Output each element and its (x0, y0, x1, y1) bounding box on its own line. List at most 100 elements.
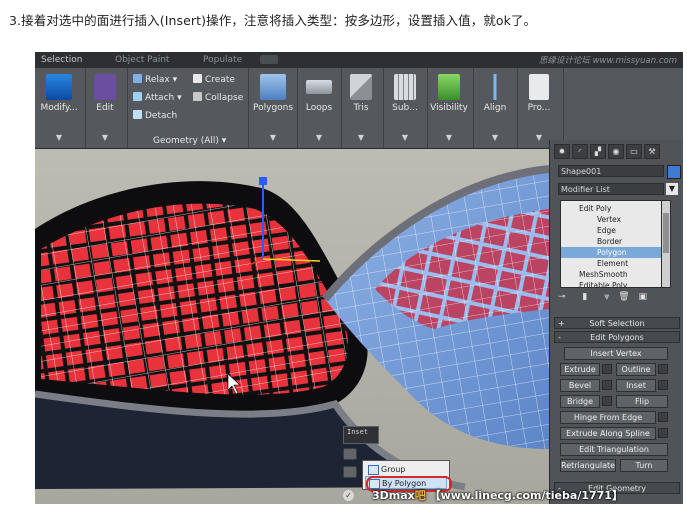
hierarchy-tab-icon[interactable]: ▞ (590, 144, 606, 159)
menu-item-group[interactable]: Group (365, 463, 447, 476)
create-tab-icon[interactable]: ✹ (554, 144, 570, 159)
inset-amount-icon[interactable] (343, 466, 357, 478)
tris-icon (350, 74, 372, 100)
chevron-down-icon[interactable]: ▼ (253, 133, 293, 142)
tab-selection[interactable]: Selection (41, 55, 82, 65)
extrude-spline-settings-icon[interactable] (658, 428, 668, 438)
extrude-settings-icon[interactable] (602, 364, 612, 374)
modifier-list-dropdown[interactable]: Modifier List (558, 183, 664, 195)
stack-item-editable-poly[interactable]: Editable Poly (561, 280, 661, 287)
stack-item-vertex[interactable]: Vertex (561, 214, 661, 225)
detach-icon (133, 110, 142, 119)
align-button[interactable]: Align ▼ (475, 72, 515, 142)
inset-button[interactable]: Inset (616, 379, 656, 392)
perspective-viewport[interactable] (35, 149, 549, 504)
subdivision-icon (394, 74, 416, 100)
outline-settings-icon[interactable] (658, 364, 668, 374)
retriangulate-button[interactable]: Retriangulate (560, 459, 616, 472)
chevron-down-icon[interactable]: ▼ (475, 133, 515, 142)
modifier-stack[interactable]: Edit Poly Vertex Edge Border Polygon Ele… (560, 200, 662, 288)
stack-item-polygon[interactable]: Polygon (561, 247, 661, 258)
inset-type-icon[interactable] (343, 448, 357, 460)
insert-vertex-button[interactable]: Insert Vertex (564, 347, 668, 360)
bridge-button[interactable]: Bridge (560, 395, 600, 408)
utilities-tab-icon[interactable]: ⚒ (644, 144, 660, 159)
align-icon (482, 74, 508, 100)
chevron-down-icon[interactable]: ▼ (385, 133, 425, 142)
chevron-down-icon[interactable]: ▼ (341, 133, 381, 142)
modify-tab-icon[interactable]: ◜ (572, 144, 588, 159)
object-color-swatch[interactable] (667, 165, 681, 179)
turn-button[interactable]: Turn (620, 459, 668, 472)
chevron-down-icon[interactable]: ▼ (429, 133, 469, 142)
modify-button[interactable]: Modify... ▼ (39, 72, 79, 142)
stack-item-meshsmooth[interactable]: MeshSmooth (561, 269, 661, 280)
display-tab-icon[interactable]: ▭ (626, 144, 642, 159)
edit-label: Edit (96, 103, 114, 113)
modify-label: Modify... (40, 103, 78, 113)
modeling-ribbon: Modify... ▼ Edit ▼ Relax ▾ Attach ▾ Deta… (35, 68, 683, 149)
rollout-soft-selection[interactable]: + Soft Selection (554, 317, 680, 329)
pin-stack-icon[interactable]: ⊸ (558, 292, 566, 302)
mesh-render[interactable] (35, 149, 549, 504)
chevron-down-icon[interactable]: ▼ (666, 183, 678, 195)
stack-scrollbar[interactable] (661, 200, 671, 288)
properties-icon (529, 74, 549, 100)
polygons-button[interactable]: Polygons ▼ (253, 72, 293, 142)
ok-check-icon[interactable]: ✓ (343, 490, 354, 501)
edit-button[interactable]: Edit ▼ (87, 72, 123, 142)
stack-item-edit-poly[interactable]: Edit Poly (561, 203, 661, 214)
bottom-watermark: 3Dmax吧 【www.linecg.com/tieba/1771】 (372, 489, 623, 502)
tab-populate[interactable]: Populate (203, 55, 242, 65)
visibility-icon (438, 74, 460, 100)
hinge-from-edge-button[interactable]: Hinge From Edge (560, 411, 656, 424)
attach-button[interactable]: Attach ▾ (133, 92, 182, 103)
create-button[interactable]: Create (193, 74, 235, 85)
chevron-down-icon[interactable]: ▼ (299, 133, 339, 142)
collapse-button[interactable]: Collapse (193, 92, 243, 103)
inset-settings-icon[interactable] (658, 380, 668, 390)
top-watermark: 思缘设计论坛 www.missyuan.com (538, 56, 677, 66)
edit-icon (94, 74, 116, 100)
make-unique-icon[interactable]: ⩔ (604, 292, 609, 302)
tab-options-icon[interactable] (260, 55, 278, 64)
geometry-group-label[interactable]: Geometry (All) ▾ (153, 136, 226, 146)
stack-item-element[interactable]: Element (561, 258, 661, 269)
chevron-down-icon[interactable]: ▼ (87, 133, 123, 142)
group-icon (368, 465, 379, 475)
detach-button[interactable]: Detach (133, 110, 177, 121)
relax-button[interactable]: Relax ▾ (133, 74, 177, 85)
ribbon-tabbar: Selection Object Paint Populate 思缘设计论坛 w… (35, 52, 683, 68)
polygons-icon (260, 74, 286, 100)
remove-modifier-icon[interactable]: 🗑 (618, 292, 629, 302)
visibility-button[interactable]: Visibility ▼ (429, 72, 469, 142)
bridge-settings-icon[interactable] (602, 396, 612, 406)
motion-tab-icon[interactable]: ◉ (608, 144, 624, 159)
extrude-along-spline-button[interactable]: Extrude Along Spline (560, 427, 656, 440)
bevel-settings-icon[interactable] (602, 380, 612, 390)
hinge-settings-icon[interactable] (658, 412, 668, 422)
extrude-button[interactable]: Extrude (560, 363, 600, 376)
chevron-down-icon[interactable]: ▼ (39, 133, 79, 142)
stack-tools: ⊸ ▮ ⩔ 🗑 ▣ (558, 292, 676, 306)
tab-object-paint[interactable]: Object Paint (115, 55, 169, 65)
properties-button[interactable]: Pro... ▼ (519, 72, 559, 142)
show-end-result-icon[interactable]: ▮ (582, 292, 587, 302)
edit-triangulation-button[interactable]: Edit Triangulation (560, 443, 668, 456)
loops-button[interactable]: Loops ▼ (299, 72, 339, 142)
modify-icon (46, 74, 72, 100)
rollout-edit-polygons[interactable]: - Edit Polygons (554, 331, 680, 343)
relax-icon (133, 74, 142, 83)
object-name-field[interactable]: Shape001 (558, 165, 664, 177)
tris-button[interactable]: Tris ▼ (341, 72, 381, 142)
command-panel-tabs: ✹ ◜ ▞ ◉ ▭ ⚒ (554, 144, 680, 160)
stack-item-edge[interactable]: Edge (561, 225, 661, 236)
flip-button[interactable]: Flip (616, 395, 668, 408)
stack-item-border[interactable]: Border (561, 236, 661, 247)
attach-icon (133, 92, 142, 101)
outline-button[interactable]: Outline (616, 363, 656, 376)
bevel-button[interactable]: Bevel (560, 379, 600, 392)
collapse-icon (193, 92, 202, 101)
subdivision-button[interactable]: Sub... ▼ (385, 72, 425, 142)
configure-sets-icon[interactable]: ▣ (639, 292, 648, 302)
